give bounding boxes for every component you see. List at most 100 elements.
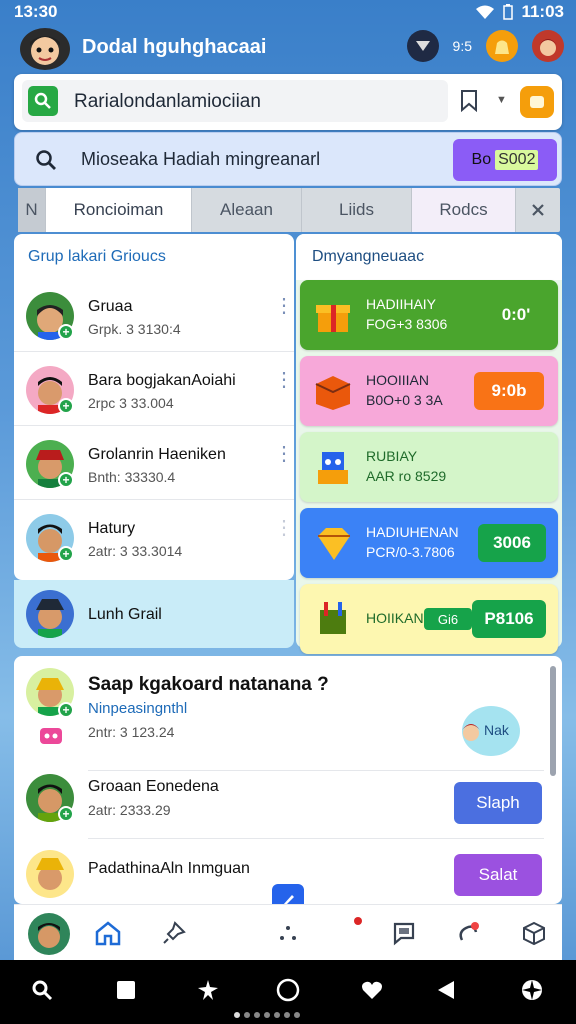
close-tab-button[interactable] bbox=[516, 188, 560, 232]
contact-sub: 2rpc 3 33.004 bbox=[88, 395, 174, 411]
sys-star[interactable] bbox=[194, 976, 222, 1004]
side-badge[interactable]: Nak bbox=[462, 706, 520, 756]
offer-title: HOIIKAN bbox=[366, 610, 424, 626]
feed-title: Saap kgakoard natanana ? bbox=[88, 674, 329, 695]
search-value: Rarialondanlamiociian bbox=[74, 91, 261, 112]
contact-name: Grolanrin Haeniken bbox=[88, 446, 226, 463]
tab-aleaan[interactable]: Aleaan bbox=[192, 188, 302, 232]
page-indicator bbox=[234, 1012, 300, 1018]
mail-button[interactable] bbox=[406, 30, 439, 62]
tab-liids[interactable]: Liids bbox=[302, 188, 412, 232]
bookmark-icon[interactable] bbox=[460, 90, 478, 112]
robot-icon bbox=[40, 728, 62, 744]
nav-alerts[interactable] bbox=[452, 917, 484, 949]
feed-action-button[interactable]: Slaph bbox=[454, 782, 542, 824]
feed-item-name: PadathinaAln Inmguan bbox=[88, 860, 250, 877]
offer-value: 0:0' bbox=[501, 305, 531, 324]
back-triangle-icon bbox=[438, 981, 454, 999]
side-badge-face-icon bbox=[462, 724, 480, 741]
offer-value[interactable]: 9:0b bbox=[474, 372, 544, 410]
battery-icon bbox=[503, 4, 514, 20]
tab-label: Aleaan bbox=[220, 200, 273, 219]
sys-heart[interactable] bbox=[358, 976, 386, 1004]
feed-item[interactable]: + Groaan Eonedena 2atr: 2333.29 Slaph bbox=[14, 770, 562, 840]
search-input[interactable]: Rarialondanlamiociian bbox=[22, 80, 448, 122]
tool-icon bbox=[320, 602, 346, 634]
feed-panel: + Saap kgakoard natanana ? Ninpeasingnth… bbox=[14, 656, 562, 904]
sys-search[interactable] bbox=[28, 976, 56, 1004]
offer-value[interactable]: P8106 bbox=[472, 600, 546, 638]
group-footer-row[interactable]: Lunh Grail bbox=[14, 580, 294, 648]
sys-square[interactable] bbox=[112, 976, 140, 1004]
search-icon[interactable] bbox=[28, 86, 58, 116]
offer-card[interactable]: HOOIIIAN B0O+0 3 3A 9:0b bbox=[300, 356, 558, 426]
promo-btn-value: S002 bbox=[495, 150, 539, 170]
tab-rodcs[interactable]: Rodcs bbox=[412, 188, 516, 232]
add-badge-icon[interactable]: + bbox=[58, 472, 74, 488]
search-icon bbox=[36, 150, 56, 170]
status-time: 13:30 bbox=[14, 2, 58, 21]
contact-name: Bara bogjakanAoiahi bbox=[88, 372, 236, 389]
feed-action-button[interactable]: Salat bbox=[454, 854, 542, 896]
coin-button[interactable] bbox=[486, 30, 518, 62]
app-logo-avatar[interactable] bbox=[20, 28, 70, 70]
offer-card[interactable]: HOIIKAN Gi6 P8106 bbox=[300, 584, 558, 654]
sys-settings[interactable] bbox=[518, 976, 546, 1004]
box-icon bbox=[315, 376, 351, 410]
home-icon bbox=[95, 921, 121, 946]
offer-sub: B0O+0 3 3A bbox=[366, 392, 443, 408]
close-icon bbox=[532, 204, 544, 216]
profile-avatar[interactable] bbox=[532, 30, 564, 62]
tab-roncioiman[interactable]: Roncioiman bbox=[46, 188, 192, 232]
offer-value[interactable]: 3006 bbox=[478, 524, 546, 562]
tab-prefix[interactable]: N bbox=[18, 188, 46, 232]
nav-chat[interactable] bbox=[388, 917, 420, 949]
tab-prefix-label: N bbox=[25, 200, 38, 219]
add-badge-icon[interactable]: + bbox=[58, 546, 74, 562]
footer-name: Lunh Grail bbox=[88, 606, 162, 623]
nav-packages[interactable] bbox=[518, 917, 550, 949]
nav-home[interactable] bbox=[92, 917, 124, 949]
offer-card[interactable]: RUBIAY AAR ro 8529 bbox=[300, 432, 558, 502]
contact-avatar bbox=[26, 590, 74, 638]
contact-row[interactable]: + Hatury 2atr: 3 33.3014 ⋮ bbox=[14, 500, 294, 574]
notification-dot bbox=[354, 917, 362, 925]
add-badge-icon[interactable]: + bbox=[58, 806, 74, 822]
add-badge-icon[interactable]: + bbox=[58, 398, 74, 414]
tab-label: Liids bbox=[339, 200, 374, 219]
wallet-button[interactable] bbox=[520, 86, 554, 118]
contact-row[interactable]: + Bara bogjakanAoiahi 2rpc 3 33.004 ⋮ bbox=[14, 352, 294, 426]
feed-action-label: Salat bbox=[478, 865, 518, 884]
battery-text: 11:03 bbox=[521, 2, 564, 21]
more-vert-icon[interactable]: ⋮ bbox=[274, 370, 294, 390]
sys-back[interactable] bbox=[432, 976, 460, 1004]
contact-row[interactable]: + Grolanrin Haeniken Bnth: 33330.4 ⋮ bbox=[14, 426, 294, 500]
more-vert-icon[interactable]: ⋮ bbox=[274, 444, 294, 464]
offer-card[interactable]: HADIUHENAN PCR/0-3.7806 3006 bbox=[300, 508, 558, 578]
add-badge-icon[interactable]: + bbox=[58, 324, 74, 340]
add-badge-icon[interactable]: + bbox=[58, 702, 74, 718]
sys-home[interactable] bbox=[274, 976, 302, 1004]
promo-code-button[interactable]: Bo S002 bbox=[453, 139, 557, 181]
feed-subtitle[interactable]: Ninpeasingnthl bbox=[88, 700, 187, 717]
more-vert-icon[interactable]: ⋮ bbox=[274, 518, 294, 538]
coin-bag-icon bbox=[495, 40, 509, 54]
wifi-icon bbox=[476, 5, 495, 19]
feed-date: 2ntr: 3 123.24 bbox=[88, 724, 175, 740]
offer-card[interactable]: HADIIHAIY FOG+3 8306 0:0' bbox=[300, 280, 558, 350]
more-vert-icon[interactable]: ⋮ bbox=[274, 296, 294, 316]
offers-panel: Dmyangneuaac HADIIHAIY FOG+3 8306 0:0' H… bbox=[296, 234, 562, 654]
group-panel: Grup lakari Grioucs + Gruaa Grpk. 3 3130… bbox=[14, 234, 294, 580]
gem-icon bbox=[318, 528, 350, 560]
offer-title: HADIUHENAN bbox=[366, 524, 459, 540]
chevron-down-icon[interactable]: ▼ bbox=[496, 94, 507, 106]
nav-more[interactable] bbox=[272, 917, 304, 949]
nav-pin[interactable] bbox=[158, 917, 190, 949]
feed-header-item[interactable]: + Saap kgakoard natanana ? Ninpeasingnth… bbox=[14, 656, 562, 770]
badge-count: 9:5 bbox=[452, 38, 472, 54]
profile-face-icon bbox=[539, 39, 557, 56]
tab-bar: N Roncioiman Aleaan Liids Rodcs bbox=[18, 188, 560, 232]
contact-row[interactable]: + Gruaa Grpk. 3 3130:4 ⋮ bbox=[14, 278, 294, 352]
contact-sub: Bnth: 33330.4 bbox=[88, 469, 176, 485]
nav-profile-avatar[interactable] bbox=[28, 913, 70, 955]
